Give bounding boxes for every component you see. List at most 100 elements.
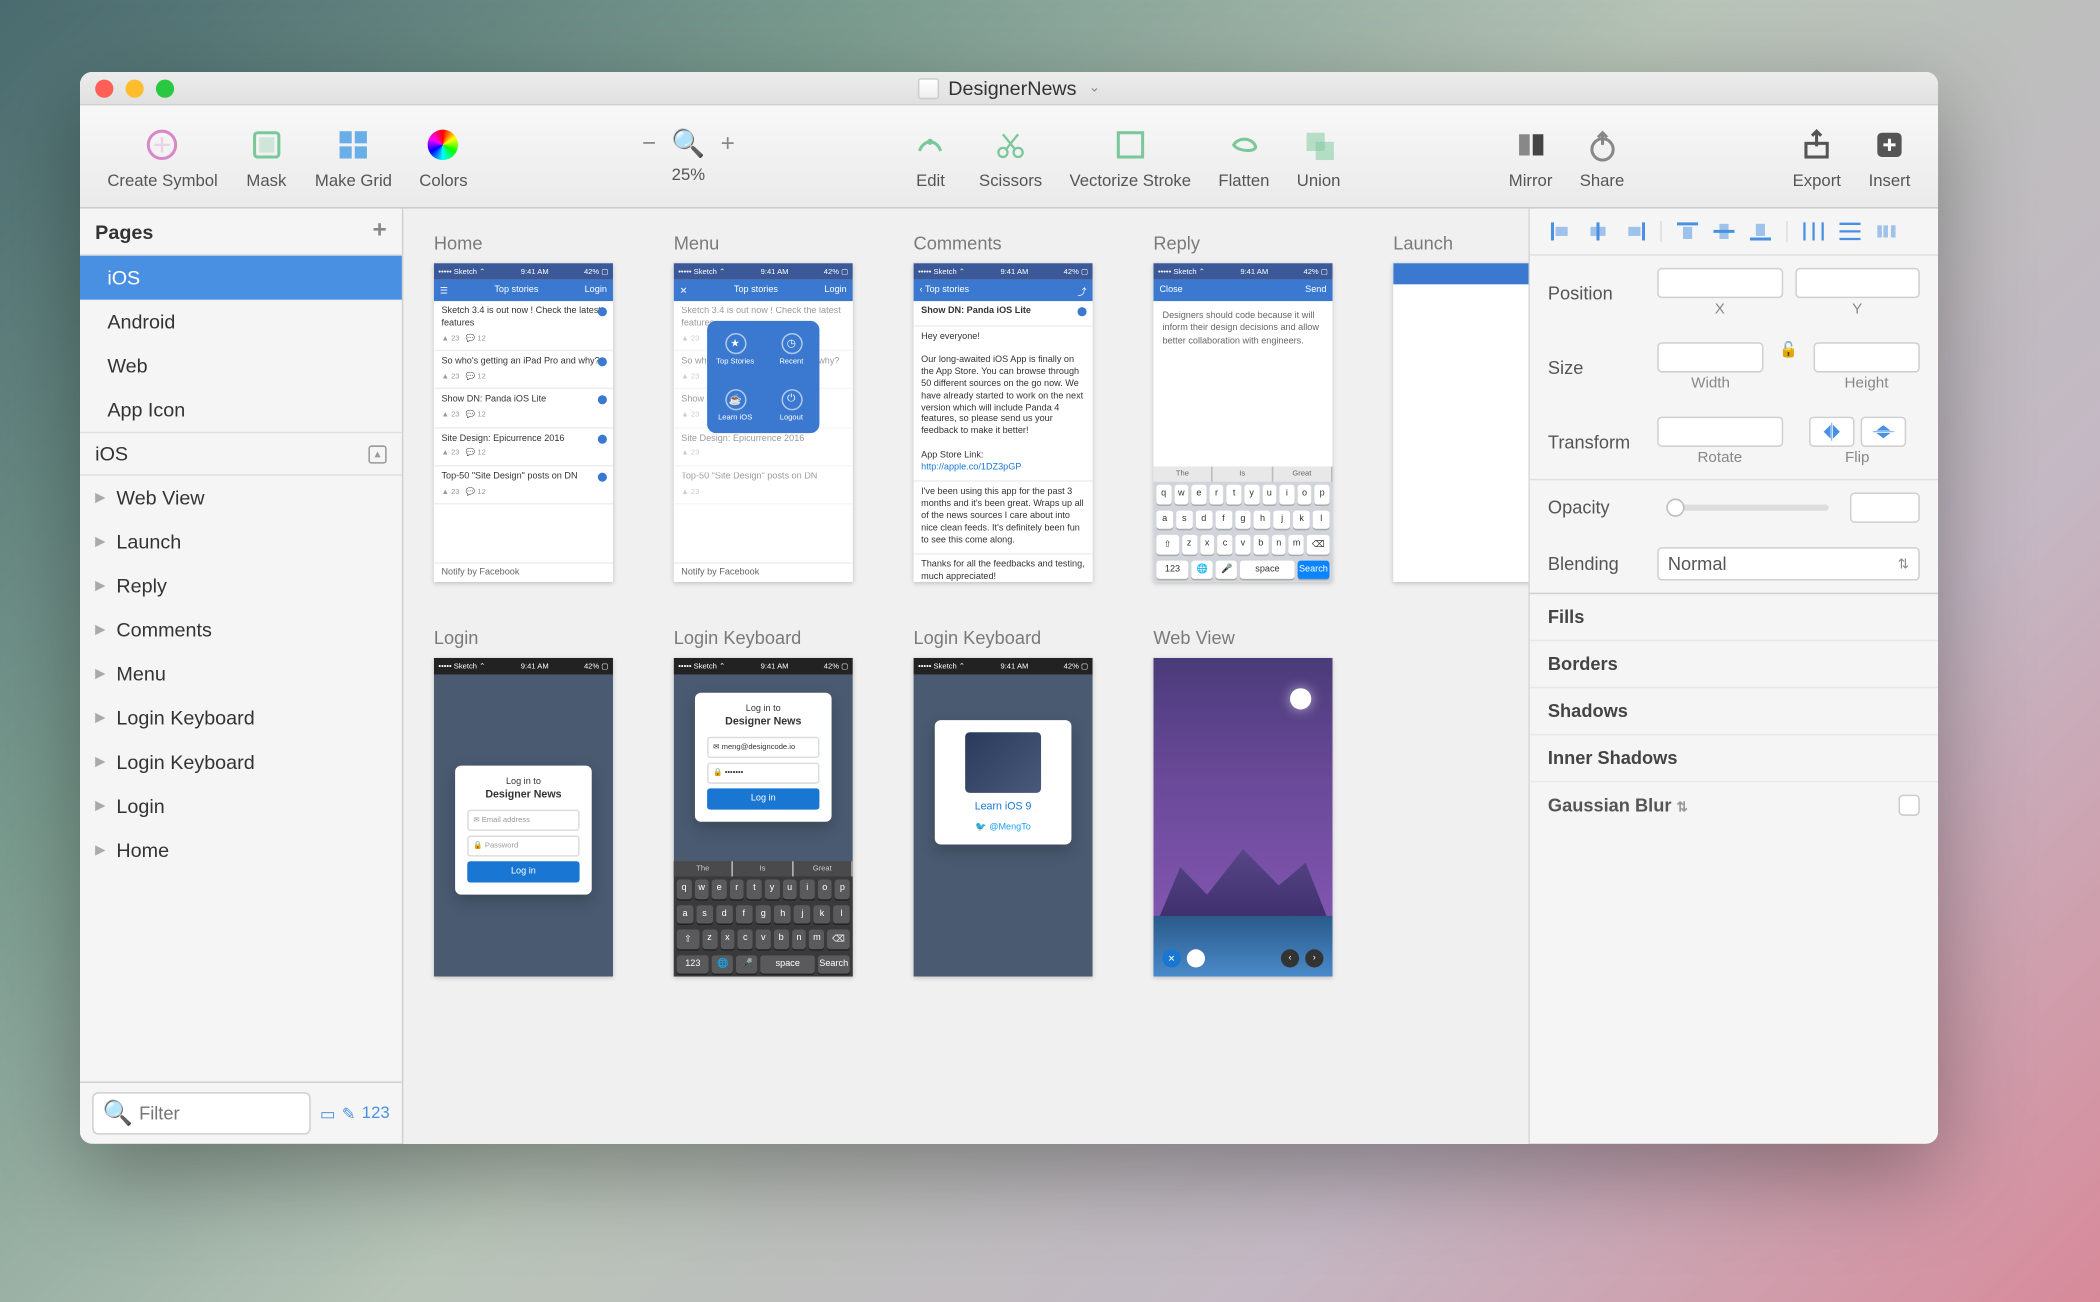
disclosure-icon: ▶ xyxy=(95,577,107,594)
layer-item[interactable]: ▶Menu xyxy=(80,652,402,696)
artboard-content[interactable]: ••••• Sketch ⌃9:41 AM42% ▢☰Top storiesLo… xyxy=(434,263,613,582)
lock-icon[interactable]: 🔓 xyxy=(1776,342,1801,392)
minimize-window-button[interactable] xyxy=(126,79,144,97)
rotate-input[interactable] xyxy=(1657,417,1782,447)
scissors-button[interactable]: Scissors xyxy=(979,123,1042,190)
disclosure-icon: ▶ xyxy=(95,754,107,771)
colors-icon xyxy=(422,123,465,166)
artboard-content[interactable] xyxy=(1393,263,1528,582)
app-window: DesignerNews ⌄ Create Symbol Mask Make G… xyxy=(80,72,1938,1144)
artboard-webview[interactable]: Web View✕‹› xyxy=(1153,628,1332,977)
artboard-login[interactable]: Login••••• Sketch ⌃9:41 AM42% ▢Log in to… xyxy=(434,628,613,977)
artboard-launch[interactable]: Launch xyxy=(1393,233,1528,582)
canvas[interactable]: Home••••• Sketch ⌃9:41 AM42% ▢☰Top stori… xyxy=(403,209,1528,1144)
artboard-login-kb[interactable]: Login Keyboard••••• Sketch ⌃9:41 AM42% ▢… xyxy=(674,628,853,977)
artboard-reply[interactable]: Reply••••• Sketch ⌃9:41 AM42% ▢CloseSend… xyxy=(1153,233,1332,582)
page-item-appicon[interactable]: App Icon xyxy=(80,388,402,432)
layer-item[interactable]: ▶Login Keyboard xyxy=(80,696,402,740)
fills-section[interactable]: Fills xyxy=(1530,593,1938,640)
document-icon xyxy=(918,77,939,98)
sidebar-footer: 🔍 ▭ ✎ 123 xyxy=(80,1081,402,1143)
make-grid-button[interactable]: Make Grid xyxy=(315,123,392,190)
align-left-button[interactable] xyxy=(1548,221,1575,242)
share-button[interactable]: Share xyxy=(1580,123,1625,190)
layer-item[interactable]: ▶Login xyxy=(80,784,402,828)
window-title[interactable]: DesignerNews ⌄ xyxy=(918,77,1100,100)
distribute-h-button[interactable] xyxy=(1800,221,1827,242)
flip-h-button[interactable] xyxy=(1809,417,1855,447)
pages-label: Pages xyxy=(95,220,153,243)
inspector-panel: Position X Y Size Width 🔓 Height Transfo… xyxy=(1528,209,1938,1144)
gaussian-label: Gaussian Blur ⇅ xyxy=(1548,795,1688,816)
page-item-ios[interactable]: iOS xyxy=(80,256,402,300)
artboard-content[interactable]: ••••• Sketch ⌃9:41 AM42% ▢Log in toDesig… xyxy=(434,658,613,977)
add-page-button[interactable]: + xyxy=(372,218,386,245)
artboard-list[interactable]: Home••••• Sketch ⌃9:41 AM42% ▢☰Top stori… xyxy=(434,233,613,582)
opacity-slider[interactable] xyxy=(1666,505,1828,511)
slice-icon[interactable]: ▭ xyxy=(320,1103,336,1123)
gaussian-checkbox[interactable] xyxy=(1899,795,1920,816)
artboard-menu[interactable]: Menu••••• Sketch ⌃9:41 AM42% ▢✕Top stori… xyxy=(674,233,853,582)
mask-button[interactable]: Mask xyxy=(245,123,288,190)
disclosure-icon: ▶ xyxy=(95,798,107,815)
layer-item[interactable]: ▶Comments xyxy=(80,608,402,652)
zoom-in-button[interactable]: + xyxy=(715,130,741,157)
collapse-icon[interactable]: ▴ xyxy=(368,445,386,463)
artboard-content[interactable]: ••••• Sketch ⌃9:41 AM42% ▢CloseSendDesig… xyxy=(1153,263,1332,582)
edit-button[interactable]: Edit xyxy=(909,123,952,190)
artboard-content[interactable]: ••••• Sketch ⌃9:41 AM42% ▢Log in toDesig… xyxy=(674,658,853,977)
align-top-button[interactable] xyxy=(1674,221,1701,242)
align-vcenter-button[interactable] xyxy=(1710,221,1737,242)
artboard-comments[interactable]: Comments ••••• Sketch ⌃9:41 AM42% ▢‹ Top … xyxy=(913,233,1092,582)
layer-item[interactable]: ▶Web View xyxy=(80,476,402,520)
page-item-web[interactable]: Web xyxy=(80,344,402,388)
transform-row: Transform Rotate Flip xyxy=(1530,404,1938,478)
layer-item[interactable]: ▶Launch xyxy=(80,520,402,564)
layer-item[interactable]: ▶Reply xyxy=(80,564,402,608)
zoom-window-button[interactable] xyxy=(156,79,174,97)
export-button[interactable]: Export xyxy=(1793,123,1841,190)
inner-shadows-section[interactable]: Inner Shadows xyxy=(1530,734,1938,781)
artboard-title: Comments xyxy=(913,233,1092,254)
opacity-input[interactable] xyxy=(1850,492,1920,522)
position-x-input[interactable] xyxy=(1657,268,1782,298)
export-count-icon[interactable]: ✎ xyxy=(342,1103,356,1123)
document-title: DesignerNews xyxy=(948,77,1076,100)
layer-item[interactable]: ▶Login Keyboard xyxy=(80,740,402,784)
zoom-level[interactable]: 25% xyxy=(672,166,705,184)
position-y-input[interactable] xyxy=(1795,268,1920,298)
page-item-android[interactable]: Android xyxy=(80,300,402,344)
create-symbol-button[interactable]: Create Symbol xyxy=(107,123,217,190)
width-input[interactable] xyxy=(1657,342,1764,372)
blending-select[interactable]: Normal ⇅ xyxy=(1657,547,1920,580)
artboard-content[interactable]: ••••• Sketch ⌃9:41 AM42% ▢✕Top storiesLo… xyxy=(674,263,853,582)
mirror-button[interactable]: Mirror xyxy=(1509,123,1553,190)
height-input[interactable] xyxy=(1813,342,1920,372)
vectorize-button[interactable]: Vectorize Stroke xyxy=(1069,123,1191,190)
zoom-out-button[interactable]: − xyxy=(636,130,662,157)
layer-item[interactable]: ▶Home xyxy=(80,828,402,872)
union-button[interactable]: Union xyxy=(1297,123,1341,190)
flatten-button[interactable]: Flatten xyxy=(1218,123,1269,190)
artboard-content[interactable]: ••••• Sketch ⌃9:41 AM42% ▢‹ Top stories⤴… xyxy=(913,263,1092,582)
section-header-ios[interactable]: iOS ▴ xyxy=(80,432,402,476)
align-hcenter-button[interactable] xyxy=(1584,221,1611,242)
shadows-section[interactable]: Shadows xyxy=(1530,687,1938,734)
align-bottom-button[interactable] xyxy=(1747,221,1774,242)
disclosure-icon: ▶ xyxy=(95,622,107,639)
filter-input[interactable]: 🔍 xyxy=(92,1092,311,1135)
distribute-v-button[interactable] xyxy=(1836,221,1863,242)
artboard-content[interactable]: ✕‹› xyxy=(1153,658,1332,977)
flip-v-button[interactable] xyxy=(1860,417,1906,447)
distribute-space-button[interactable] xyxy=(1873,221,1900,242)
layers-panel: Pages + iOS Android Web App Icon iOS ▴ ▶… xyxy=(80,209,403,1144)
borders-section[interactable]: Borders xyxy=(1530,640,1938,687)
artboard-content[interactable]: ••••• Sketch ⌃9:41 AM42% ▢Learn iOS 9🐦 @… xyxy=(913,658,1092,977)
artboard-learn[interactable]: Login Keyboard••••• Sketch ⌃9:41 AM42% ▢… xyxy=(913,628,1092,977)
traffic-lights xyxy=(95,79,174,97)
close-window-button[interactable] xyxy=(95,79,113,97)
align-right-button[interactable] xyxy=(1621,221,1648,242)
colors-button[interactable]: Colors xyxy=(419,123,467,190)
create-symbol-icon xyxy=(141,123,184,166)
insert-button[interactable]: Insert xyxy=(1868,123,1911,190)
